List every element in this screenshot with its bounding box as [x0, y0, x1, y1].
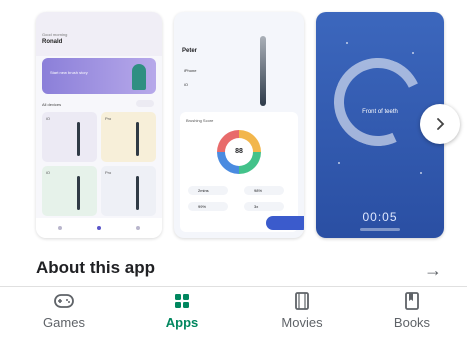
- arrow-right-icon[interactable]: →: [424, 260, 442, 281]
- toothbrush-image: [77, 122, 80, 156]
- toothbrush-image: [136, 176, 139, 210]
- app-bottom-nav: [36, 218, 162, 238]
- device-card-label: iO: [46, 116, 50, 121]
- device-row: iO: [184, 82, 188, 87]
- device-card-label: Pro: [105, 170, 112, 175]
- toothbrush-image: [136, 122, 139, 156]
- stat-pill: 99%: [188, 202, 228, 211]
- score-ring: 88: [217, 130, 261, 174]
- nav-item-movies[interactable]: Movies: [262, 291, 342, 337]
- stat-pill: 98%: [244, 186, 284, 195]
- teeth-zone-graphic: [321, 45, 435, 159]
- nav-dot: [136, 226, 140, 230]
- screenshot-2[interactable]: Peter iPhone iO Brushing Score 88 2mins …: [174, 12, 304, 238]
- timer-progress: [360, 228, 400, 231]
- device-card-label: Pro: [105, 116, 112, 121]
- sparkle: [346, 42, 348, 44]
- bookmark-icon: [405, 292, 419, 310]
- nav-item-label: Games: [43, 315, 85, 330]
- nav-item-label: Apps: [165, 315, 199, 330]
- screenshot-1[interactable]: Good morning Ronald Start new brush stor…: [36, 12, 162, 238]
- score-value: 88: [235, 148, 243, 155]
- toothbrush-image: [77, 176, 80, 210]
- device-card: Pro: [101, 166, 156, 216]
- apps-grid-icon: [175, 294, 189, 308]
- device-card: iO: [42, 112, 97, 162]
- nav-item-label: Movies: [281, 315, 323, 330]
- banner-text: Start new brush story: [50, 70, 88, 75]
- device-card: Pro: [101, 112, 156, 162]
- nav-item-apps[interactable]: Apps: [142, 291, 222, 337]
- see-all-pill: [136, 100, 154, 107]
- score-panel: Brushing Score 88 2mins 98% 99% 3x: [180, 112, 298, 232]
- toothbrush-image: [260, 36, 266, 106]
- greeting-small: Good morning: [42, 32, 68, 37]
- screenshot-carousel[interactable]: Good morning Ronald Start new brush stor…: [0, 0, 467, 248]
- device-card-label: iO: [46, 170, 50, 175]
- chevron-right-icon: [437, 118, 445, 130]
- stat-pill: 2mins: [188, 186, 228, 195]
- next-screenshot-button[interactable]: [420, 104, 460, 144]
- nav-dot: [97, 226, 101, 230]
- nav-item-label: Books: [393, 315, 431, 330]
- sparkle: [420, 172, 422, 174]
- promo-banner: Start new brush story: [42, 58, 156, 94]
- score-label: Brushing Score: [186, 118, 214, 123]
- stat-pill: 3x: [244, 202, 284, 211]
- user-name: Peter: [182, 48, 198, 54]
- action-button: [266, 216, 304, 230]
- nav-dot: [58, 226, 62, 230]
- gamepad-icon: [54, 294, 74, 308]
- brush-timer: 00:05: [362, 210, 398, 224]
- sparkle: [412, 52, 414, 54]
- greeting-name: Ronald: [42, 39, 63, 45]
- nav-item-games[interactable]: Games: [24, 291, 104, 337]
- device-row: iPhone: [184, 68, 197, 73]
- film-icon: [295, 292, 309, 310]
- nav-item-books[interactable]: Books: [372, 291, 452, 337]
- bottom-navigation: Games Apps Movies Books: [0, 286, 467, 337]
- person-illustration: [132, 64, 146, 90]
- device-card: iO: [42, 166, 97, 216]
- about-this-app-heading[interactable]: About this app: [36, 258, 155, 278]
- devices-label: All devices: [42, 102, 62, 107]
- sparkle: [338, 162, 340, 164]
